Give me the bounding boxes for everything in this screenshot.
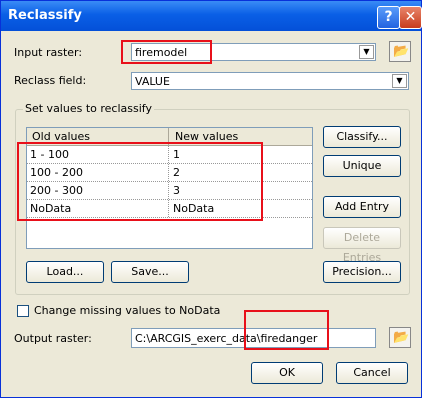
highlight-output-raster [244,310,329,350]
add-entry-button[interactable]: Add Entry [323,196,401,218]
highlight-table-values [17,142,263,221]
output-raster-browse-button[interactable]: 📂 [389,327,411,348]
input-raster-browse-button[interactable]: 📂 [389,41,411,62]
change-missing-label[interactable]: Change missing values to NoData [34,304,220,317]
reclass-field-value: VALUE [135,75,170,88]
highlight-input-raster [121,40,212,64]
unique-button[interactable]: Unique [323,155,401,177]
ok-button[interactable]: OK [251,362,323,384]
output-raster-label: Output raster: [14,332,92,345]
title-bar[interactable]: Reclassify ? ✕ [1,1,422,31]
delete-entries-button[interactable]: Delete Entries [323,227,401,264]
cancel-button[interactable]: Cancel [336,362,408,384]
reclassify-dialog: Reclassify ? ✕ Input raster: firemodel ▼… [0,0,422,398]
precision-button[interactable]: Precision... [323,261,401,283]
chevron-down-icon[interactable]: ▼ [359,45,374,59]
close-button[interactable]: ✕ [399,6,422,29]
load-button[interactable]: Load... [26,261,104,283]
set-values-group-title: Set values to reclassify [23,102,154,115]
help-button[interactable]: ? [377,6,400,29]
folder-open-icon: 📂 [393,44,410,59]
reclass-field-combo[interactable]: VALUE ▼ [131,72,409,90]
reclass-field-label: Reclass field: [14,74,87,87]
folder-open-icon: 📂 [393,330,410,345]
classify-button[interactable]: Classify... [323,126,401,148]
window-title: Reclassify [8,8,82,23]
save-button[interactable]: Save... [111,261,189,283]
input-raster-label: Input raster: [14,46,83,59]
chevron-down-icon[interactable]: ▼ [392,74,407,88]
change-missing-checkbox[interactable] [17,305,29,317]
